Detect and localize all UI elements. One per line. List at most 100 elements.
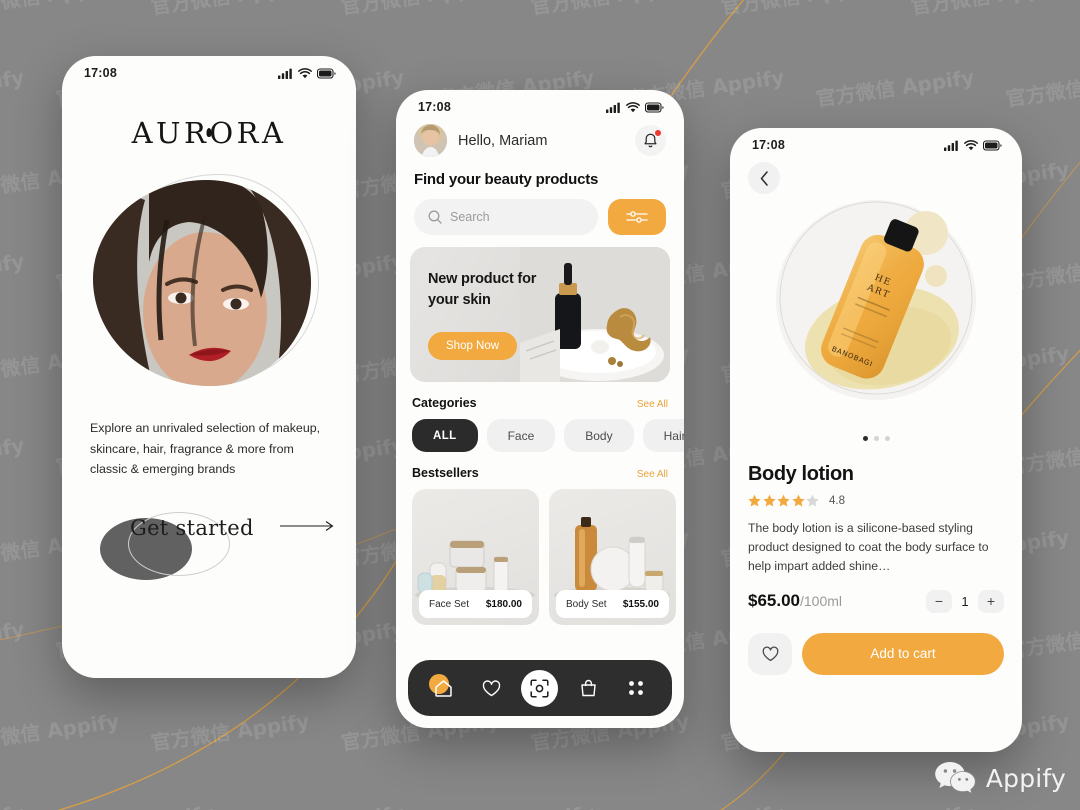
purchase-row: Add to cart	[730, 613, 1022, 675]
battery-icon	[983, 139, 1002, 151]
product-card-name: Face Set	[429, 598, 470, 610]
shop-now-button[interactable]: Shop Now	[428, 332, 518, 360]
phone-product-screen: 17:08 HE ART BANOBAGI Body lotion 4.8 Th…	[730, 128, 1022, 752]
star-icon	[748, 494, 761, 507]
notification-bell-icon[interactable]	[635, 125, 666, 156]
product-card-price: $180.00	[485, 598, 522, 610]
promo-banner[interactable]: New product for your skin Shop Now	[410, 247, 670, 382]
promo-headline: New product for your skin	[428, 269, 536, 310]
watermark-text: 官方微信 Appify	[149, 0, 311, 20]
phone-onboarding-screen: 17:08 AURORA	[62, 56, 356, 678]
get-started-button[interactable]: Get started	[100, 511, 356, 580]
quantity-stepper: − 1 +	[926, 589, 1004, 613]
product-card[interactable]: Face Set $180.00	[412, 489, 539, 625]
brand-label: Appify	[985, 763, 1066, 793]
status-bar: 17:08	[62, 56, 356, 82]
category-chip-label: Hair	[663, 428, 684, 443]
category-chip-hair[interactable]: Hair	[642, 419, 684, 452]
watermark-text: 官方微信 Appify	[814, 797, 976, 810]
heart-outline-icon	[762, 646, 778, 661]
bottom-tab-bar	[408, 660, 672, 716]
signal-icon	[278, 68, 292, 79]
greeting-text: Hello, Mariam	[458, 132, 548, 149]
search-icon	[428, 210, 442, 224]
categories-see-all-link[interactable]: See All	[637, 399, 668, 410]
promo-artwork	[520, 247, 670, 382]
bestsellers-heading: Bestsellers	[412, 466, 479, 480]
watermark-text: 官方微信 Appify	[0, 248, 26, 295]
brand-watermark: Appify	[934, 760, 1066, 796]
signal-icon	[606, 102, 620, 113]
avatar[interactable]	[414, 124, 447, 157]
watermark-text: 官方微信 Appify	[244, 797, 406, 810]
category-chip-body[interactable]: Body	[564, 419, 634, 452]
watermark-text: 官方微信 Appify	[0, 64, 26, 111]
bag-icon	[581, 679, 597, 697]
search-placeholder: Search	[450, 210, 490, 224]
tab-scan[interactable]	[521, 669, 559, 707]
watermark-text: 官方微信 Appify	[1004, 797, 1080, 810]
filter-sliders-icon[interactable]	[608, 199, 666, 235]
watermark-text: 官方微信 Appify	[0, 797, 26, 810]
tab-favorites[interactable]	[474, 671, 508, 705]
wifi-icon	[626, 101, 640, 112]
watermark-text: 官方微信 Appify	[0, 708, 121, 755]
product-description: The body lotion is a silicone-based styl…	[748, 521, 989, 573]
phone-home-screen: 17:08 Hello, Mariam Find your beauty pro…	[396, 90, 684, 728]
signal-icon	[944, 140, 958, 151]
status-time: 17:08	[84, 66, 117, 80]
promo-headline-line1: New product for	[428, 271, 537, 287]
product-rating: 4.8	[730, 486, 1022, 507]
battery-icon	[317, 67, 336, 79]
category-chip-label: ALL	[433, 429, 457, 442]
wifi-icon	[964, 139, 978, 150]
tab-grid[interactable]	[619, 671, 653, 705]
wifi-icon	[298, 67, 312, 78]
tab-bag[interactable]	[572, 671, 606, 705]
add-to-cart-button[interactable]: Add to cart	[802, 632, 1004, 675]
product-card-name: Body Set	[566, 598, 607, 610]
quantity-increment-button[interactable]: +	[978, 589, 1004, 613]
category-chip-label: Face	[507, 428, 535, 443]
status-time: 17:08	[418, 100, 451, 114]
onboarding-description: Explore an unrivaled selection of makeup…	[90, 421, 321, 477]
price-row: $65.00/100ml − 1 +	[730, 576, 1022, 613]
category-chip-face[interactable]: Face	[486, 419, 556, 452]
product-image: HE ART BANOBAGI	[730, 188, 1022, 440]
grid-icon	[629, 681, 644, 695]
price-amount: $65.00	[748, 591, 800, 611]
bestsellers-header: Bestsellers See All	[396, 452, 684, 480]
watermark-text: 官方微信 Appify	[909, 0, 1071, 20]
quantity-value: 1	[961, 593, 969, 609]
watermark-text: 官方微信 Appify	[54, 797, 216, 810]
watermark-text: 官方微信 Appify	[0, 432, 26, 479]
watermark-text: 官方微信 Appify	[0, 616, 26, 663]
bestseller-cards: Face Set $180.00 Body Set $155.00	[396, 480, 684, 625]
category-chip-all[interactable]: ALL	[412, 419, 478, 452]
arrow-right-icon	[279, 519, 338, 537]
star-rating	[748, 494, 819, 507]
bestsellers-see-all-link[interactable]: See All	[637, 469, 668, 480]
watermark-text: 官方微信 Appify	[1004, 65, 1080, 111]
product-card[interactable]: Body Set $155.00	[549, 489, 676, 625]
wechat-icon	[935, 762, 976, 795]
tab-home[interactable]	[427, 671, 461, 705]
watermark-text: 官方微信 Appify	[529, 0, 691, 20]
search-input[interactable]: Search	[414, 199, 598, 235]
chevron-left-icon	[760, 170, 768, 186]
watermark-text: 官方微信 Appify	[339, 0, 501, 20]
logo-accent-dot	[206, 128, 212, 137]
watermark-text: 官方微信 Appify	[434, 797, 596, 810]
search-row: Search	[396, 188, 684, 235]
watermark-text: 官方微信 Appify	[814, 64, 976, 111]
watermark-text: 官方微信 Appify	[624, 797, 786, 810]
rating-value: 4.8	[829, 494, 845, 507]
hero-photo	[93, 180, 311, 386]
quantity-decrement-button[interactable]: −	[926, 589, 952, 613]
heart-icon	[482, 679, 500, 696]
app-logo: AURORA	[62, 116, 356, 150]
product-title: Body lotion	[748, 463, 854, 485]
favorite-button[interactable]	[748, 632, 792, 675]
category-chips: ALL Face Body Hair	[396, 410, 684, 452]
get-started-label: Get started	[130, 515, 254, 540]
